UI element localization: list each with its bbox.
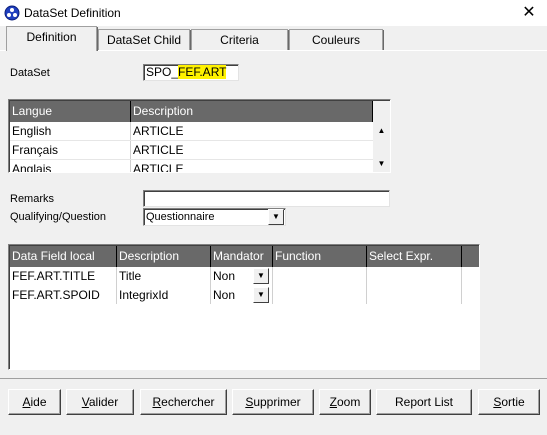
tab-label: Couleurs	[311, 33, 361, 47]
sortie-button[interactable]: Sortie	[478, 389, 540, 415]
scroll-down-icon[interactable]: ▼	[373, 155, 390, 172]
chevron-down-icon[interactable]: ▼	[253, 287, 269, 303]
tab-couleurs[interactable]: Couleurs	[289, 29, 384, 50]
dataset-label: DataSet	[10, 67, 50, 79]
column-header-langue[interactable]: Langue	[10, 101, 131, 122]
row-function[interactable]	[273, 286, 367, 305]
window-title: DataSet Definition	[24, 6, 121, 20]
row-langue[interactable]: Français	[10, 141, 131, 160]
column-header-data-field[interactable]: Data Field local	[10, 246, 117, 267]
sortie-label: ortie	[501, 395, 525, 409]
column-divider	[366, 267, 367, 304]
aide-button[interactable]: Aide	[8, 389, 61, 415]
column-header-description[interactable]: Description	[131, 101, 373, 122]
rechercher-mnemonic: R	[152, 395, 162, 409]
row-divider	[10, 159, 373, 160]
language-grid[interactable]: Langue Description English ARTICLE Franç…	[8, 99, 391, 173]
qualifying-value: Questionnaire	[146, 211, 215, 223]
valider-mnemonic: V	[81, 395, 89, 409]
row-langue[interactable]: English	[10, 122, 131, 141]
aide-label: ide	[30, 395, 47, 409]
rechercher-button[interactable]: Rechercher	[140, 389, 227, 415]
dataset-input[interactable]: SPO_FEF.ART	[143, 64, 239, 81]
aide-mnemonic: A	[22, 395, 31, 409]
column-divider	[461, 267, 462, 304]
row-field[interactable]: FEF.ART.TITLE	[10, 267, 117, 286]
fields-grid[interactable]: Data Field local Description Mandator Fu…	[8, 244, 480, 370]
chevron-down-icon[interactable]: ▼	[268, 209, 284, 225]
zoom-button[interactable]: Zoom	[319, 389, 371, 415]
row-select-expr[interactable]	[367, 267, 462, 286]
row-description[interactable]: IntegrixId	[117, 286, 211, 305]
row-field[interactable]: FEF.ART.SPOID	[10, 286, 117, 305]
chevron-down-icon[interactable]: ▼	[253, 268, 269, 284]
tab-criteria[interactable]: Criteria	[191, 29, 289, 50]
zoom-label: oom	[337, 395, 361, 409]
supprimer-label: upprimer	[253, 395, 301, 409]
row-mandatory[interactable]: Non	[211, 286, 253, 305]
column-header-filler	[462, 246, 479, 267]
column-divider	[116, 267, 117, 304]
column-header-select-expr[interactable]: Select Expr.	[367, 246, 462, 267]
close-icon[interactable]: ✕	[514, 2, 544, 24]
tab-label: DataSet Child	[106, 33, 182, 47]
column-divider	[130, 122, 131, 172]
scroll-up-icon[interactable]: ▲	[373, 122, 390, 139]
button-bar-separator	[0, 378, 547, 379]
app-icon	[4, 5, 20, 21]
row-mandatory[interactable]: Non	[211, 267, 253, 286]
report-list-button[interactable]: Report List	[376, 389, 472, 415]
row-description[interactable]: ARTICLE	[131, 122, 373, 141]
column-header-mandatory[interactable]: Mandator	[211, 246, 273, 267]
column-header-function[interactable]: Function	[273, 246, 367, 267]
qualifying-select[interactable]: Questionnaire ▼	[143, 208, 286, 226]
report-list-label: Report List	[394, 395, 454, 409]
valider-button[interactable]: Valider	[66, 389, 134, 415]
row-divider	[10, 140, 373, 141]
row-function[interactable]	[273, 267, 367, 286]
remarks-input[interactable]	[143, 190, 390, 207]
zoom-mnemonic: Z	[329, 395, 337, 409]
row-select-expr[interactable]	[367, 286, 462, 305]
row-description[interactable]: ARTICLE	[131, 160, 373, 172]
remarks-label: Remarks	[10, 193, 55, 205]
tab-label: Criteria	[220, 33, 259, 47]
supprimer-button[interactable]: Supprimer	[232, 389, 314, 415]
tab-label: Definition	[26, 30, 77, 44]
column-divider	[272, 267, 273, 304]
dataset-highlight: FEF.ART	[178, 65, 227, 79]
row-description[interactable]: ARTICLE	[131, 141, 373, 160]
tab-dataset-child[interactable]: DataSet Child	[98, 29, 191, 50]
row-langue[interactable]: Anglais	[10, 160, 131, 172]
valider-label: alider	[88, 395, 119, 409]
language-grid-scrollbar[interactable]: ▲ ▼	[373, 101, 390, 172]
rechercher-label: echercher	[161, 395, 215, 409]
row-description[interactable]: Title	[117, 267, 211, 286]
column-header-description[interactable]: Description	[117, 246, 211, 267]
qualifying-label: Qualifying/Question	[10, 211, 106, 223]
tab-definition[interactable]: Definition	[6, 26, 98, 51]
dataset-prefix: SPO_	[146, 65, 179, 79]
column-divider	[210, 267, 211, 304]
